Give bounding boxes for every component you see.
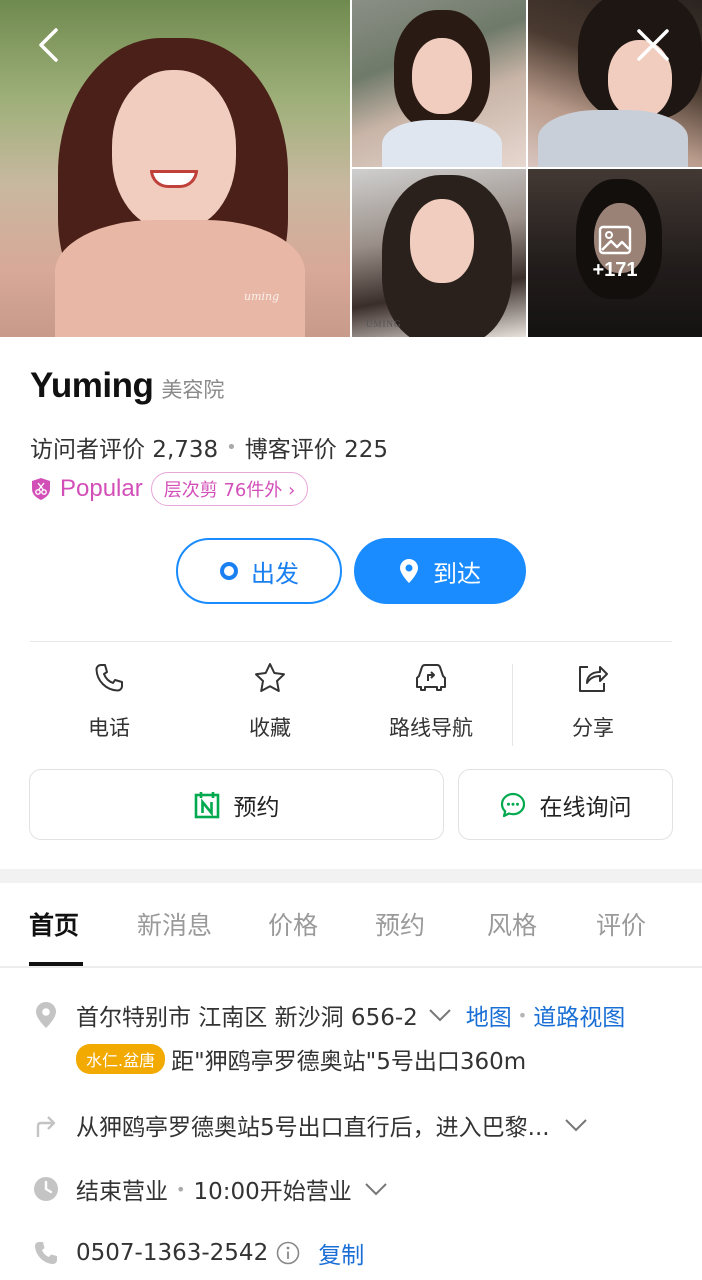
hours-status: 结束营业 <box>76 1179 168 1205</box>
chevron-down-icon[interactable] <box>428 1008 452 1022</box>
directions-text: 从狎鸥亭罗德奥站5号出口直行后，进入巴黎... <box>76 1115 550 1141</box>
calendar-n-icon <box>194 791 220 819</box>
review-summary: 访问者评价 2,738 • 博客评价 225 <box>30 430 388 464</box>
address-text: 首尔特别市 江南区 新沙洞 656-2 <box>76 1005 418 1031</box>
blog-reviews-link[interactable]: 博客评价 225 <box>245 430 388 464</box>
car-route-icon <box>413 662 449 694</box>
directions-row[interactable]: 从狎鸥亭罗德奥站5号出口直行后，进入巴黎... <box>30 1108 588 1142</box>
separator-dot: • <box>226 436 237 458</box>
chevron-down-icon[interactable] <box>364 1182 388 1196</box>
popular-label: Popular <box>60 475 143 502</box>
station-distance-text: 距"狎鸥亭罗德奥站"5号出口360m <box>171 1049 527 1075</box>
online-inquiry-label: 在线询问 <box>539 794 632 821</box>
scissors-badge-icon <box>30 477 52 501</box>
back-button[interactable] <box>26 22 72 68</box>
online-inquiry-button[interactable]: 在线询问 <box>458 769 673 840</box>
popular-row: Popular 层次剪 76件外 › <box>30 472 309 506</box>
depart-label: 出发 <box>251 559 299 588</box>
call-action[interactable]: 电话 <box>28 662 190 752</box>
copy-phone-link[interactable]: 复制 <box>318 1236 364 1270</box>
origin-dot-icon <box>219 561 239 581</box>
popular-style-chip[interactable]: 层次剪 76件外 › <box>150 472 309 506</box>
arrive-label: 到达 <box>433 559 481 588</box>
clock-icon <box>30 1176 62 1202</box>
tab-prices[interactable]: 价格 <box>268 906 318 942</box>
action-label: 分享 <box>572 716 614 740</box>
tab-home[interactable]: 首页 <box>29 906 79 942</box>
chevron-left-icon <box>39 28 58 62</box>
divider <box>0 966 702 968</box>
hours-row[interactable]: 结束营业 • 10:00开始营业 <box>30 1172 388 1206</box>
visitor-reviews-link[interactable]: 访问者评价 2,738 <box>30 430 218 464</box>
save-action[interactable]: 收藏 <box>189 662 351 752</box>
star-icon <box>253 662 287 694</box>
photo-thumb-3[interactable]: UMING <box>352 169 526 337</box>
reserve-label: 预约 <box>233 794 280 821</box>
station-row: 水仁.盆唐 距"狎鸥亭罗德奥站"5号出口360m <box>76 1042 526 1076</box>
location-pin-icon <box>399 558 419 584</box>
map-link[interactable]: 地图 <box>466 998 512 1032</box>
tab-news[interactable]: 新消息 <box>137 906 212 942</box>
section-separator <box>0 869 702 883</box>
tab-reviews[interactable]: 评价 <box>596 906 646 942</box>
separator-dot: • <box>176 1179 186 1199</box>
tab-styles[interactable]: 风格 <box>487 906 537 942</box>
route-navigation-action[interactable]: 路线导航 <box>350 662 512 752</box>
info-icon[interactable] <box>276 1241 300 1265</box>
photo-thumb-1[interactable] <box>352 0 526 167</box>
share-icon <box>576 662 610 694</box>
phone-row: 0507-1363-2542 复制 <box>30 1236 364 1270</box>
tab-reservation[interactable]: 预约 <box>375 906 425 942</box>
subway-line-badge: 水仁.盆唐 <box>76 1044 166 1074</box>
action-label: 电话 <box>88 716 130 740</box>
reserve-button[interactable]: 预约 <box>29 769 444 840</box>
place-header: Yuming 美容院 <box>30 366 224 406</box>
action-label: 路线导航 <box>389 716 473 740</box>
more-photos-overlay[interactable]: +171 <box>528 169 702 337</box>
photo-watermark: uming <box>244 290 280 303</box>
phone-number[interactable]: 0507-1363-2542 <box>76 1240 268 1266</box>
share-action[interactable]: 分享 <box>512 662 674 752</box>
more-photos-count: +171 <box>592 258 638 281</box>
arrive-button[interactable]: 到达 <box>354 538 526 604</box>
chevron-down-icon[interactable] <box>564 1118 588 1132</box>
street-view-link[interactable]: 道路视图 <box>533 998 625 1032</box>
close-icon <box>637 29 669 61</box>
phone-icon <box>93 662 125 694</box>
address-row: 首尔特别市 江南区 新沙洞 656-2 地图 • 道路视图 <box>30 998 625 1032</box>
place-category: 美容院 <box>161 378 225 402</box>
divider <box>30 641 672 642</box>
popular-chip-label: 层次剪 76件外 <box>163 480 283 501</box>
action-label: 收藏 <box>249 716 291 740</box>
photo-gallery: uming UMING +171 <box>0 0 702 337</box>
separator-dot: • <box>517 1005 528 1025</box>
gallery-icon <box>598 225 632 255</box>
close-button[interactable] <box>630 22 676 68</box>
chevron-right-icon: › <box>288 480 296 501</box>
phone-icon <box>30 1240 62 1266</box>
location-pin-icon <box>30 1001 62 1029</box>
depart-button[interactable]: 出发 <box>176 538 342 604</box>
chat-bubble-icon <box>500 792 526 818</box>
hours-next-open: 10:00开始营业 <box>193 1179 352 1205</box>
turn-arrow-icon <box>30 1112 62 1138</box>
place-name: Yuming <box>30 366 154 405</box>
